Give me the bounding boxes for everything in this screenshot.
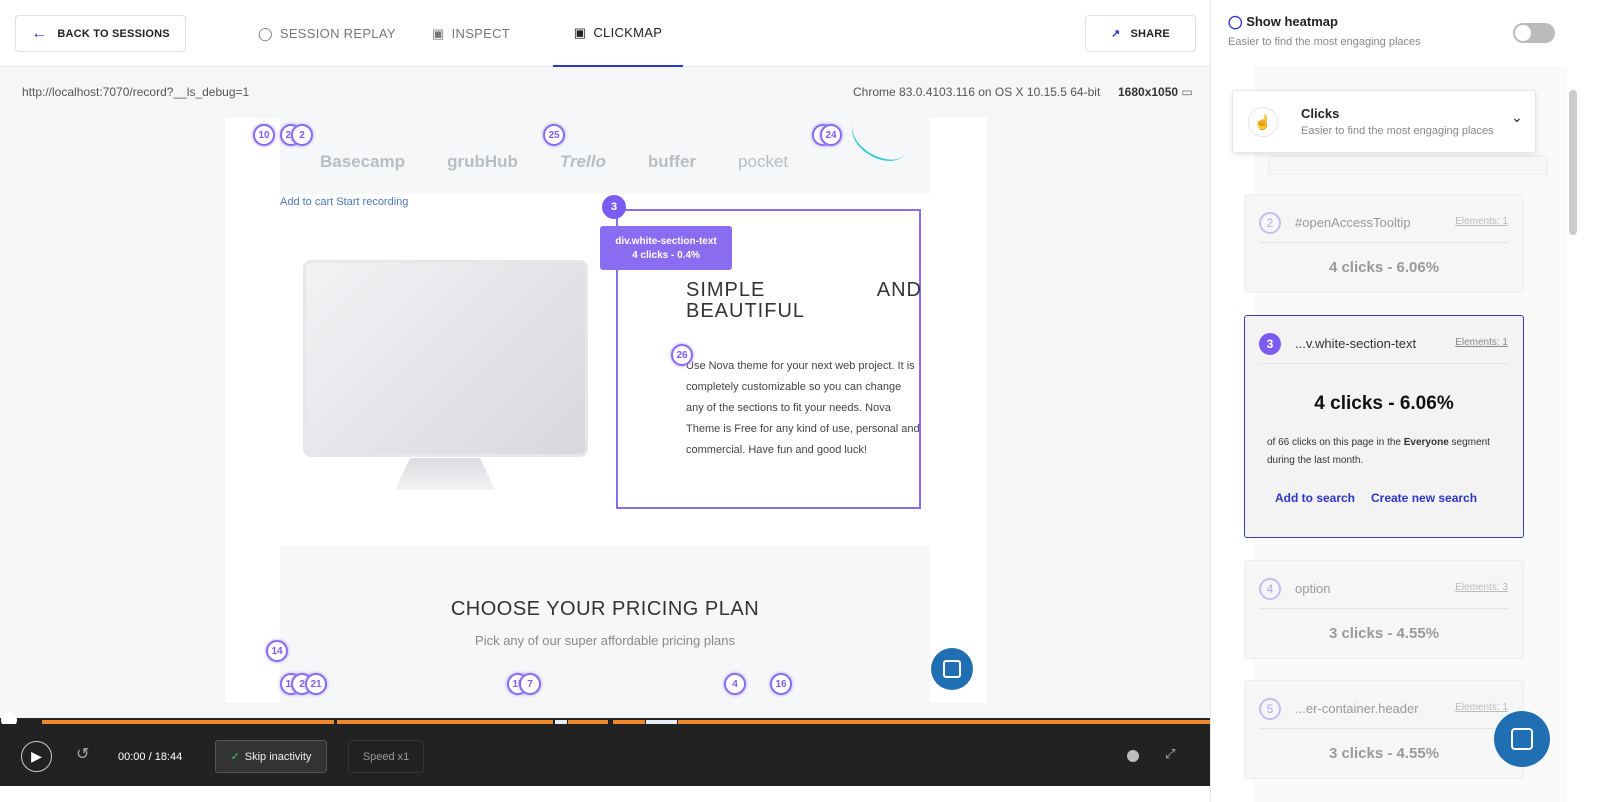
click-marker[interactable]: 14 (266, 640, 288, 662)
create-new-search-link[interactable]: Create new search (1371, 491, 1477, 505)
click-marker[interactable]: 4 (724, 673, 746, 695)
click-marker-selected[interactable]: 3 (602, 195, 626, 219)
click-description: of 66 clicks on this page in the Everyon… (1267, 437, 1490, 466)
heatmap-subtitle: Easier to find the most engaging places (1228, 36, 1421, 48)
list-item[interactable]: 2 #openAccessTooltip Elements: 1 4 click… (1244, 194, 1524, 293)
list-item[interactable]: 5 ...er-container.header Elements: 1 3 c… (1244, 680, 1524, 779)
share-button[interactable]: ↗ SHARE (1085, 15, 1196, 52)
resolution: 1680x1050 ▭ (1118, 85, 1193, 99)
click-marker[interactable]: 24 (820, 124, 842, 146)
elements-link[interactable]: Elements: 1 (1455, 216, 1508, 227)
recorded-page: Basecamp grubHub Trello buffer pocket Ad… (225, 118, 987, 703)
tab-inspect[interactable]: ▣ INSPECT (432, 0, 510, 67)
list-item[interactable]: 4 option Elements: 3 3 clicks - 4.55% (1244, 560, 1524, 659)
section-heading: SIMPLE AND BEAUTIFUL (686, 279, 922, 322)
playback-time: 00:00 / 18:44 (118, 751, 183, 763)
logo-trello: Trello (559, 152, 606, 171)
intercom-chat-button[interactable] (1494, 711, 1550, 767)
click-marker[interactable]: 2 (291, 124, 313, 146)
pricing-subtitle: Pick any of our super affordable pricing… (475, 633, 735, 648)
logo-buffer: buffer (647, 152, 697, 171)
click-marker[interactable]: 21 (305, 673, 327, 695)
inspect-icon: ▣ (432, 25, 445, 41)
pricing-section: CHOOSE YOUR PRICING PLAN Pick any of our… (280, 546, 930, 703)
click-marker[interactable]: 25 (543, 124, 565, 146)
list-item-selected[interactable]: 3 ...v.white-section-text Elements: 1 4 … (1244, 315, 1524, 538)
elements-link[interactable]: Elements: 1 (1455, 337, 1508, 348)
bottom-strip (0, 786, 1210, 802)
chat-widget-button[interactable] (931, 648, 973, 690)
logo-pocket: pocket (738, 152, 789, 171)
player-controls: ▶ ↺ 00:00 / 18:44 ✓ Skip inactivity Speed… (0, 724, 1210, 786)
chat-icon (1511, 728, 1533, 750)
top-bar: ← BACK TO SESSIONS ◯ SESSION REPLAY ▣ INSP… (0, 0, 1210, 67)
play-circle-icon: ◯ (258, 25, 273, 41)
click-marker[interactable]: 16 (770, 673, 792, 695)
check-icon: ✓ (230, 751, 240, 763)
pointer-click-icon: ☝ (1248, 107, 1278, 137)
elements-link[interactable]: Elements: 1 (1455, 702, 1508, 713)
replay-area: ← BACK TO SESSIONS ◯ SESSION REPLAY ▣ INSP… (0, 0, 1210, 802)
tab-clickmap[interactable]: ▣ CLICKMAP (553, 0, 683, 67)
logo-basecamp: Basecamp (320, 152, 406, 171)
tab-session-replay[interactable]: ◯ SESSION REPLAY (258, 0, 396, 67)
chevron-down-icon: ⌄ (1511, 109, 1523, 125)
speed-button[interactable]: Speed x1 (348, 740, 424, 773)
info-icon[interactable] (1127, 750, 1139, 762)
pricing-title: CHOOSE YOUR PRICING PLAN (450, 598, 760, 620)
scrollbar[interactable] (1569, 90, 1577, 235)
skip-inactivity-toggle[interactable]: ✓ Skip inactivity (215, 740, 327, 773)
play-icon: ▶ (31, 748, 42, 764)
monitor-image (303, 260, 588, 457)
chat-icon (943, 660, 961, 678)
add-to-cart-link[interactable]: Add to cart Start recording (280, 196, 408, 208)
add-to-search-link[interactable]: Add to search (1275, 491, 1355, 505)
element-tooltip: div.white-section-text 4 clicks - 0.4% (600, 226, 732, 270)
session-url: http://localhost:7070/record?__ls_debug=… (22, 85, 250, 99)
rewind-7-button[interactable]: ↺ (76, 744, 89, 764)
arrow-left-icon: ← (31, 24, 48, 42)
section-text: Use Nova theme for your next web project… (686, 360, 920, 456)
heatmap-toggle[interactable] (1513, 23, 1555, 43)
rewind-icon: ↺ (76, 746, 90, 763)
click-marker[interactable]: 10 (253, 124, 275, 146)
fullscreen-icon[interactable]: ⤢ (1165, 746, 1175, 762)
card-behind (1268, 155, 1548, 175)
play-button[interactable]: ▶ (21, 741, 52, 772)
click-marker[interactable]: 26 (671, 344, 693, 366)
logo-grubhub: grubHub (447, 152, 518, 171)
monitor-stand (395, 458, 495, 490)
elements-link[interactable]: Elements: 3 (1455, 582, 1508, 593)
metric-dropdown[interactable]: ☝ Clicks Easier to find the most engagin… (1232, 90, 1536, 153)
share-icon: ↗ (1111, 28, 1121, 40)
click-marker[interactable]: 7 (519, 673, 541, 695)
clickmap-sidebar: ◯ Show heatmap Easier to find the most e… (1210, 0, 1600, 802)
monitor-icon: ▭ (1181, 85, 1193, 99)
heatmap-title: ◯ Show heatmap (1228, 14, 1338, 29)
flame-icon: ◯ (1228, 14, 1243, 29)
clickmap-icon: ▣ (573, 24, 587, 40)
back-to-sessions-button[interactable]: ← BACK TO SESSIONS (15, 15, 186, 52)
browser-info: Chrome 83.0.4103.116 on OS X 10.15.5 64-… (853, 85, 1101, 99)
